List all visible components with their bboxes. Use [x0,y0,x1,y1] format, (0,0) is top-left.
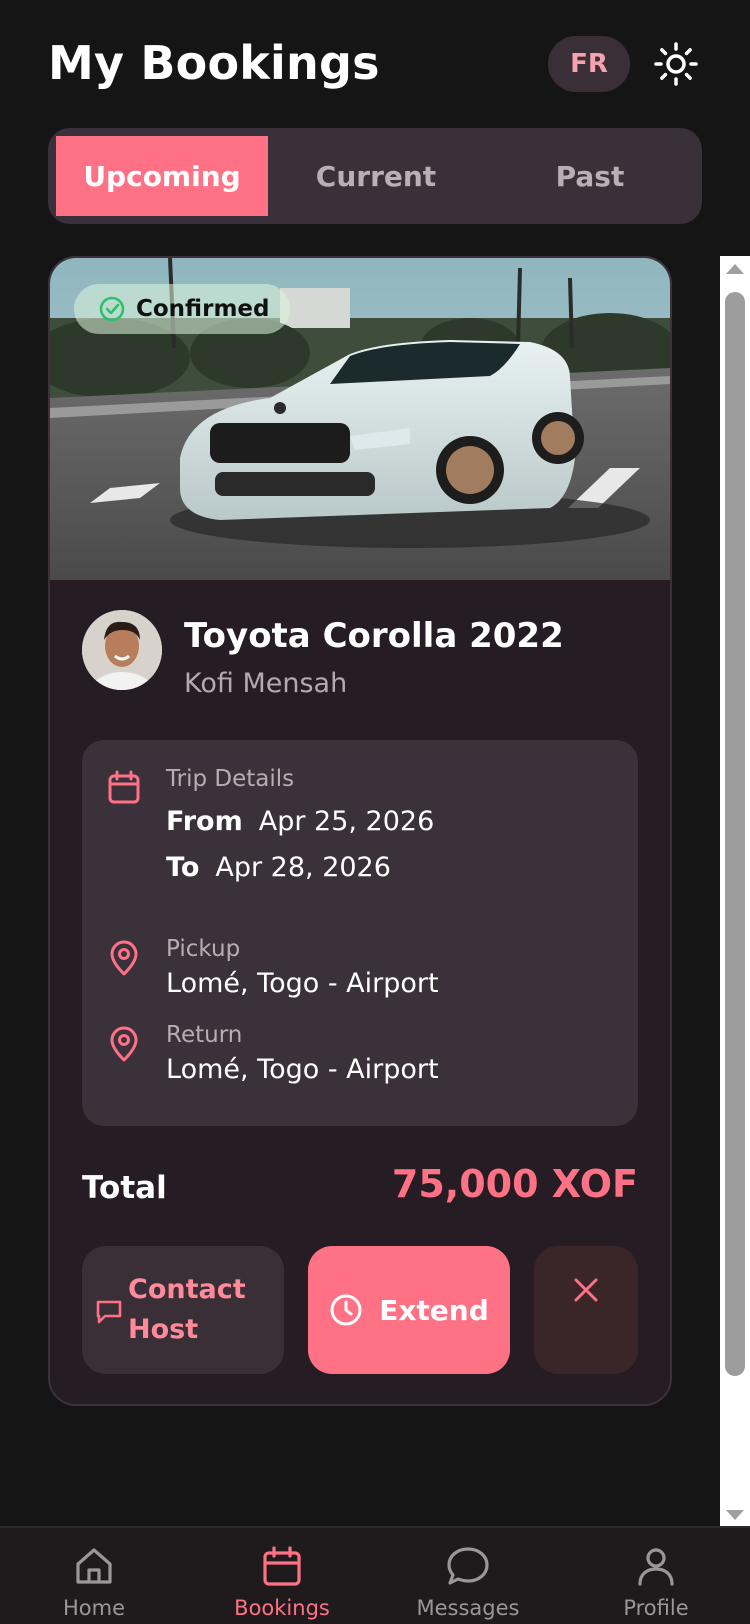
chat-icon [447,1547,489,1585]
clock-icon [330,1294,362,1326]
calendar-icon [108,770,140,804]
tab-current[interactable]: Current [270,136,482,216]
total-value: 75,000 XOF [391,1162,638,1206]
nav-messages[interactable]: Messages [398,1542,538,1620]
avatar [82,610,162,690]
theme-toggle-button[interactable] [652,40,700,88]
status-label: Confirmed [136,296,270,322]
location-pin-icon [110,1026,138,1062]
trip-details-label: Trip Details [166,766,295,792]
page-title: My Bookings [48,36,380,90]
tab-upcoming[interactable]: Upcoming [56,136,268,216]
scroll-down-arrow-icon[interactable] [726,1510,744,1520]
nav-home[interactable]: Home [24,1542,164,1620]
nav-profile[interactable]: Profile [586,1542,726,1620]
cancel-booking-button[interactable] [534,1246,638,1374]
calendar-icon [263,1546,301,1586]
booking-card[interactable]: Confirmed Toyota Corolla 2022 Kofi Mensa… [48,256,672,1406]
trip-from-row: From Apr 25, 2026 [166,806,434,837]
nav-home-label: Home [62,1596,125,1620]
scrollbar[interactable] [720,256,750,1528]
nav-bookings[interactable]: Bookings [212,1542,352,1620]
extend-button[interactable]: Extend [308,1246,510,1374]
from-label: From [166,806,243,837]
tab-past[interactable]: Past [484,136,696,216]
nav-bookings-label: Bookings [234,1596,330,1620]
screen: My Bookings FR Upcoming Current Past Con… [0,0,750,1624]
from-date: Apr 25, 2026 [258,806,435,837]
host-row: Toyota Corolla 2022 Kofi Mensah [82,610,638,700]
booking-actions: Contact Host Extend [82,1246,638,1374]
contact-host-button[interactable]: Contact Host [82,1246,284,1374]
extend-label: Extend [379,1293,489,1327]
nav-profile-label: Profile [623,1596,689,1620]
to-label: To [166,852,200,883]
car-name: Toyota Corolla 2022 [184,616,564,656]
scroll-up-arrow-icon[interactable] [726,264,744,274]
return-location: Lomé, Togo - Airport [166,1054,439,1085]
bottom-nav: Home Bookings Messages Profile [0,1526,750,1624]
message-square-icon [96,1300,122,1324]
user-icon [638,1548,674,1586]
scrollbar-thumb[interactable] [725,292,745,1376]
to-date: Apr 28, 2026 [215,852,391,883]
car-image: Confirmed [50,258,670,580]
trip-details-panel: Trip Details From Apr 25, 2026 To Apr 28, … [82,740,638,1126]
language-toggle-button[interactable]: FR [548,36,630,92]
header: My Bookings FR [48,30,702,100]
contact-host-label: Contact Host [128,1274,246,1345]
home-icon [76,1548,112,1584]
sun-icon [654,42,698,86]
pickup-location: Lomé, Togo - Airport [166,968,439,999]
total-label: Total [82,1170,167,1206]
booking-tabs: Upcoming Current Past [48,128,702,224]
trip-to-row: To Apr 28, 2026 [166,852,391,883]
location-pin-icon [110,940,138,976]
close-icon [574,1278,598,1302]
check-circle-icon [99,296,125,322]
host-name: Kofi Mensah [184,668,348,699]
return-label: Return [166,1022,243,1048]
status-badge: Confirmed [74,284,290,334]
host-avatar-illustration [82,610,162,690]
pickup-label: Pickup [166,936,241,962]
nav-messages-label: Messages [416,1596,520,1620]
